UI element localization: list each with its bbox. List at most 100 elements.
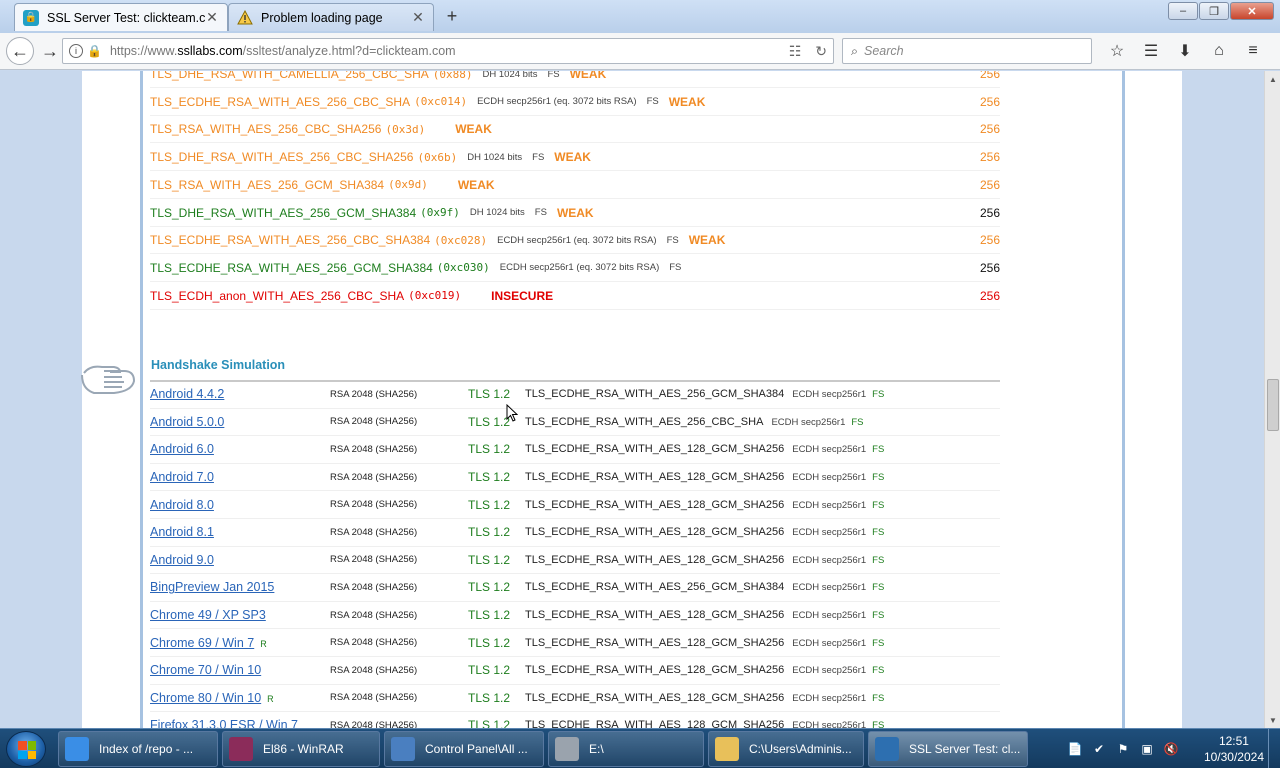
key-exchange: ECDH secp256r1 [792, 665, 867, 677]
protocol-version: TLS 1.2 [468, 497, 511, 512]
taskbar-item[interactable]: C:\Users\Adminis... [708, 731, 864, 767]
show-desktop-button[interactable] [1268, 729, 1280, 768]
menu-icon[interactable]: ≡ [1236, 38, 1270, 64]
taskbar-item[interactable]: El86 - WinRAR [222, 731, 380, 767]
cipher-suite-row: TLS_ECDH_anon_WITH_AES_256_CBC_SHA (0xc01… [150, 283, 1000, 310]
cipher-strength-flag: INSECURE [491, 288, 554, 303]
protocol-version: TLS 1.2 [468, 635, 511, 650]
tab-problem-loading[interactable]: Problem loading page ✕ [228, 3, 434, 31]
client-link[interactable]: Android 6.0 [150, 442, 220, 456]
client-link[interactable]: Android 7.0 [150, 470, 220, 484]
taskbar-item[interactable]: Control Panel\All ... [384, 731, 544, 767]
handshake-row: Chrome 80 / Win 10 R RSA 2048 (SHA256) TLS … [150, 685, 1000, 713]
taskbar-item[interactable]: Index of /repo - ... [58, 731, 218, 767]
windows-taskbar: Index of /repo - ... El86 - WinRAR Control… [0, 728, 1280, 768]
forward-secrecy-label: FS [872, 499, 885, 511]
tab-ssl-server-test[interactable]: 🔒 SSL Server Test: clickteam.co ✕ [14, 3, 228, 31]
page-viewport: TLS_DHE_RSA_WITH_CAMELLIA_256_CBC_SHA (0x… [0, 71, 1264, 728]
key-exchange: ECDH secp256r1 [792, 444, 867, 456]
client-link[interactable]: Android 8.0 [150, 498, 220, 512]
suite-name: TLS_ECDHE_RSA_WITH_AES_256_CBC_SHA [525, 415, 764, 428]
suite-name: TLS_ECDHE_RSA_WITH_AES_128_GCM_SHA256 [525, 609, 785, 622]
clock-date: 10/30/2024 [1203, 750, 1264, 764]
client-link[interactable]: Android 4.4.2 [150, 387, 230, 401]
scrollbar-thumb[interactable] [1267, 379, 1279, 431]
suite-name: TLS_ECDHE_RSA_WITH_AES_128_GCM_SHA256 [525, 443, 785, 456]
folder-icon [715, 737, 739, 761]
cipher-name: TLS_DHE_RSA_WITH_CAMELLIA_256_CBC_SHA [150, 71, 429, 81]
download-icon[interactable]: ⬇ [1168, 38, 1202, 64]
suite-name: TLS_ECDHE_RSA_WITH_AES_128_GCM_SHA256 [525, 526, 785, 539]
client-name: Android 4.4.2 [150, 387, 225, 402]
client-link[interactable]: BingPreview Jan 2015 [150, 580, 280, 594]
protocol-version: TLS 1.2 [468, 552, 511, 567]
cipher-bits: 256 [979, 288, 1000, 303]
cipher-code: (0x88) [432, 71, 473, 81]
negotiated-suite: TLS_ECDHE_RSA_WITH_AES_128_GCM_SHA256 ECD… [525, 719, 884, 728]
client-link[interactable]: Chrome 80 / Win 10 R [150, 691, 274, 705]
certificate-info: RSA 2048 (SHA256) [330, 554, 418, 566]
reader-view-icon[interactable]: ☷ [789, 43, 802, 60]
suite-name: TLS_ECDHE_RSA_WITH_AES_128_GCM_SHA256 [525, 471, 785, 484]
flag-icon[interactable]: ⚑ [1112, 739, 1134, 759]
close-tab-icon[interactable]: ✕ [205, 9, 219, 26]
minimize-button[interactable]: – [1168, 2, 1198, 20]
cipher-name: TLS_ECDHE_RSA_WITH_AES_256_CBC_SHA384 [150, 233, 431, 248]
negotiated-suite: TLS_ECDHE_RSA_WITH_AES_128_GCM_SHA256 ECD… [525, 637, 884, 649]
negotiated-suite: TLS_ECDHE_RSA_WITH_AES_128_GCM_SHA256 ECD… [525, 609, 884, 621]
negotiated-suite: TLS_ECDHE_RSA_WITH_AES_256_GCM_SHA384 ECD… [525, 388, 884, 400]
back-button[interactable]: ← [6, 37, 34, 65]
address-bar[interactable]: i 🔒 https://www. ssllabs.com/ssltest/anal… [62, 38, 834, 64]
search-input[interactable]: ⌕ Search [842, 38, 1092, 64]
forward-secrecy-label: FS [646, 96, 659, 108]
negotiated-suite: TLS_ECDHE_RSA_WITH_AES_128_GCM_SHA256 ECD… [525, 664, 884, 676]
protocol-version: TLS 1.2 [468, 470, 511, 485]
forward-button[interactable]: → [36, 37, 64, 65]
lock-icon[interactable]: 🔒 [87, 44, 102, 58]
notes-icon[interactable]: 📄 [1064, 739, 1086, 759]
reload-icon[interactable]: ↻ [815, 43, 827, 60]
client-name: Android 6.0 [150, 442, 214, 457]
client-link[interactable]: Chrome 69 / Win 7 R [150, 636, 267, 650]
key-exchange: ECDH secp256r1 [792, 389, 867, 401]
firefox-icon [875, 737, 899, 761]
network-icon[interactable]: ▣ [1136, 739, 1158, 759]
bookmarks-list-icon[interactable]: ☰ [1134, 38, 1168, 64]
url-domain: ssllabs.com [177, 44, 243, 58]
client-link[interactable]: Android 5.0.0 [150, 415, 230, 429]
bookmark-star-icon[interactable]: ☆ [1100, 38, 1134, 64]
system-clock[interactable]: 12:51 10/30/2024 [1204, 733, 1264, 765]
forward-secrecy-label: FS [532, 151, 545, 163]
close-tab-icon[interactable]: ✕ [411, 9, 425, 26]
home-icon[interactable]: ⌂ [1202, 38, 1236, 64]
forward-secrecy-label: FS [669, 262, 682, 274]
reference-browser-flag: R [267, 693, 274, 704]
close-window-button[interactable]: ✕ [1230, 2, 1274, 20]
taskbar-item[interactable]: E:\ [548, 731, 704, 767]
client-link[interactable]: Firefox 31.3.0 ESR / Win 7 [150, 718, 304, 728]
scroll-up-icon[interactable]: ▲ [1265, 71, 1280, 87]
cipher-bits: 256 [979, 122, 1000, 137]
client-link[interactable]: Android 9.0 [150, 553, 220, 567]
cipher-name: TLS_ECDH_anon_WITH_AES_256_CBC_SHA [150, 288, 405, 303]
client-link[interactable]: Chrome 49 / XP SP3 [150, 608, 272, 622]
restore-button[interactable]: ❐ [1199, 2, 1229, 20]
client-link[interactable]: Android 8.1 [150, 525, 220, 539]
volume-muted-icon[interactable]: 🔇 [1160, 739, 1182, 759]
navigation-bar: ← → i 🔒 https://www. ssllabs.com/ssltest/… [0, 33, 1280, 70]
cipher-code: (0x9d) [388, 178, 428, 192]
cipher-suite-row: TLS_ECDHE_RSA_WITH_AES_256_CBC_SHA (0xc01… [150, 89, 1000, 116]
taskbar-item[interactable]: SSL Server Test: cl... [868, 731, 1028, 767]
new-tab-button[interactable]: + [440, 6, 464, 27]
client-link[interactable]: Chrome 70 / Win 10 [150, 663, 267, 677]
key-exchange: ECDH secp256r1 [792, 610, 867, 622]
forward-secrecy-label: FS [851, 416, 864, 428]
cipher-code: (0xc019) [408, 289, 462, 303]
start-button[interactable] [6, 731, 46, 767]
info-icon[interactable]: i [69, 44, 83, 58]
suite-name: TLS_ECDHE_RSA_WITH_AES_128_GCM_SHA256 [525, 664, 785, 677]
scroll-down-icon[interactable]: ▼ [1265, 712, 1280, 728]
forward-secrecy-label: FS [872, 527, 885, 539]
vertical-scrollbar[interactable]: ▲ ▼ [1264, 71, 1280, 728]
shield-icon[interactable]: ✔ [1088, 739, 1110, 759]
